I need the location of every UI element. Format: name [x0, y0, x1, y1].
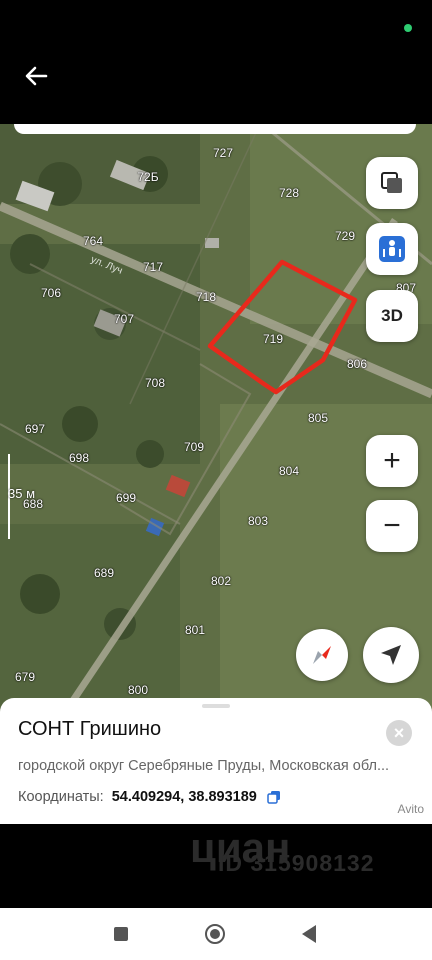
locate-arrow-icon	[381, 645, 401, 665]
plot-number: 706	[40, 286, 62, 300]
coordinates-row: Координаты: 54.409294, 38.893189	[18, 789, 281, 805]
scale-label: 35 м	[8, 486, 36, 501]
plot-number: 805	[307, 411, 329, 425]
plot-number: 806	[346, 357, 368, 371]
avito-watermark: Avito	[397, 802, 424, 816]
plot-number: 707	[113, 312, 135, 326]
plot-number: 727	[212, 146, 234, 160]
compass-icon	[313, 646, 331, 664]
plot-number: 72Б	[137, 170, 159, 184]
plot-number: 728	[278, 186, 300, 200]
plot-number: 718	[195, 290, 217, 304]
3d-toggle-button[interactable]: 3D	[366, 290, 418, 342]
satellite-map[interactable]: 727 72Б 728 729 764 717 718 807 706 707 …	[0, 124, 432, 720]
search-bar-edge[interactable]	[14, 124, 416, 134]
top-bar	[0, 0, 432, 130]
back-arrow-icon[interactable]	[20, 60, 52, 92]
home-icon[interactable]	[205, 924, 225, 944]
plot-number: 717	[142, 260, 164, 274]
satellite-imagery	[0, 124, 432, 720]
place-title: СОНТ Гришино	[18, 718, 162, 740]
place-card: СОНТ Гришино × городской округ Серебряны…	[0, 698, 432, 824]
status-dot	[404, 24, 412, 32]
nav-back-icon[interactable]	[302, 925, 316, 943]
plot-number: 764	[82, 234, 104, 248]
plot-number: 804	[278, 464, 300, 478]
plot-number: 699	[115, 491, 137, 505]
plot-number: 709	[183, 440, 205, 454]
plot-number: 803	[247, 514, 269, 528]
zoom-in-button[interactable]: +	[366, 435, 418, 487]
layers-icon	[381, 172, 402, 193]
panorama-button[interactable]	[366, 223, 418, 275]
coordinates-value[interactable]: 54.409294, 38.893189	[112, 789, 257, 805]
copy-icon[interactable]	[267, 790, 281, 804]
listing-id-watermark: ID 315908132	[218, 850, 375, 876]
zoom-out-button[interactable]: −	[366, 500, 418, 552]
plot-number: 697	[24, 422, 46, 436]
recents-icon[interactable]	[114, 927, 128, 941]
system-nav-bar	[0, 908, 432, 960]
plot-number: 719	[262, 332, 284, 346]
layers-button[interactable]	[366, 157, 418, 209]
compass-button[interactable]	[296, 629, 348, 681]
place-address: городской округ Серебряные Пруды, Москов…	[18, 758, 390, 774]
watermark-area: Avito циан ID 315908132	[0, 802, 432, 910]
plot-number: 689	[93, 566, 115, 580]
plot-number: 800	[127, 683, 149, 697]
close-button[interactable]: ×	[386, 720, 412, 746]
plot-number: 708	[144, 376, 166, 390]
plot-number: 698	[68, 451, 90, 465]
panorama-person-icon	[379, 236, 405, 262]
plot-number: 679	[14, 670, 36, 684]
sheet-handle[interactable]	[202, 704, 230, 708]
coordinates-label: Координаты:	[18, 789, 104, 805]
my-location-button[interactable]	[363, 627, 419, 683]
plot-number: 801	[184, 623, 206, 637]
plot-number: 729	[334, 229, 356, 243]
plot-number: 802	[210, 574, 232, 588]
